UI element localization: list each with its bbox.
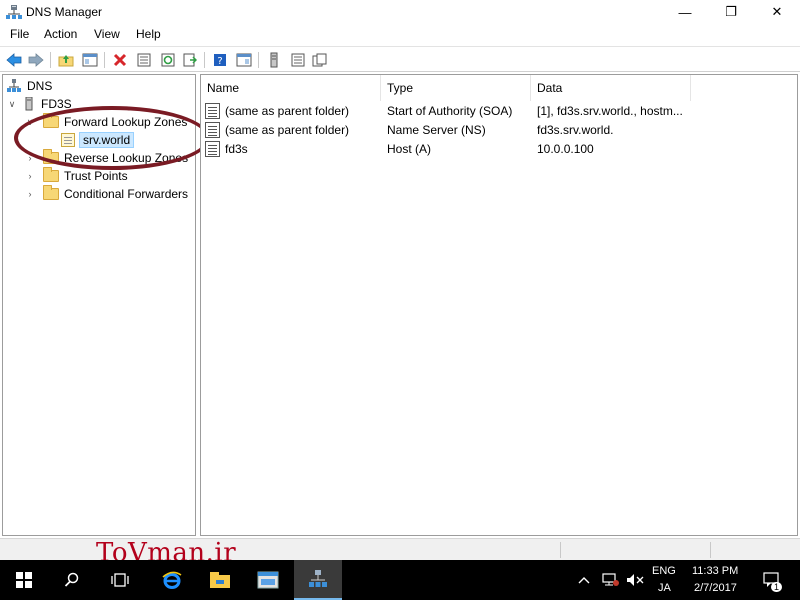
minimize-button[interactable]: — [662, 0, 708, 24]
menu-bar: File Action View Help [0, 24, 800, 44]
table-row[interactable]: fd3s Host (A) 10.0.0.100 [201, 140, 797, 159]
tree-label-conditional-forwarders: Conditional Forwarders [64, 187, 189, 201]
folder-icon [43, 149, 59, 164]
forward-arrow-icon[interactable] [26, 50, 46, 70]
notification-center-icon[interactable] [752, 560, 792, 600]
volume-muted-icon[interactable] [624, 560, 646, 600]
menu-action[interactable]: Action [42, 27, 79, 41]
tree-item-dns[interactable]: DNS [7, 77, 52, 95]
clock-date[interactable]: 2/7/2017 [694, 582, 737, 594]
tree-item-server[interactable]: FD3S [25, 95, 72, 113]
column-header-data-label: Data [537, 81, 563, 95]
list-view-icon[interactable] [288, 50, 308, 70]
input-method-indicator[interactable]: JA [658, 582, 671, 594]
console-tree[interactable]: DNS ∨ FD3S ∨ Forward Lookup Zones srv.wo… [2, 74, 196, 536]
chevron-right-icon[interactable]: › [25, 153, 35, 163]
tree-label-dns: DNS [27, 79, 53, 93]
tree-label-srv-world: srv.world [79, 132, 135, 148]
chevron-right-icon[interactable]: › [25, 189, 35, 199]
record-data: 10.0.0.100 [537, 142, 594, 156]
folder-icon [43, 167, 59, 182]
tree-item-trust-points[interactable]: Trust Points [43, 167, 128, 185]
internet-explorer-icon[interactable] [148, 560, 196, 600]
network-icon[interactable] [598, 560, 624, 600]
tree-item-forward-lookup-zones[interactable]: Forward Lookup Zones [43, 113, 187, 131]
toolbar-separator [104, 52, 105, 68]
taskbar: ENG JA 11:33 PM 2/7/2017 1 [0, 560, 800, 600]
record-name: (same as parent folder) [225, 123, 350, 137]
chevron-down-icon[interactable]: ∨ [25, 117, 35, 127]
tree-label-server: FD3S [41, 97, 72, 111]
help-icon[interactable]: ? [210, 50, 230, 70]
tree-item-srv-world[interactable]: srv.world [61, 131, 135, 149]
column-header-type-label: Type [387, 81, 414, 95]
record-type: Start of Authority (SOA) [387, 104, 513, 118]
record-list[interactable]: Name Type Data (same as parent folder) S… [200, 74, 798, 536]
column-header-name[interactable]: Name [201, 75, 381, 101]
title-bar: DNS Manager — ❐ ✕ [0, 0, 800, 24]
server-icon [25, 97, 33, 111]
folder-icon [43, 113, 59, 128]
tree-label-trust-points: Trust Points [64, 169, 128, 183]
maximize-button[interactable]: ❐ [708, 0, 754, 24]
file-explorer-icon[interactable] [196, 560, 244, 600]
tree-item-reverse-lookup-zones[interactable]: Reverse Lookup Zones [43, 149, 188, 167]
language-indicator[interactable]: ENG [652, 565, 676, 577]
tree-item-conditional-forwarders[interactable]: Conditional Forwarders [43, 185, 188, 203]
up-folder-icon[interactable] [56, 50, 76, 70]
toolbar-separator [258, 52, 259, 68]
menu-view[interactable]: View [92, 27, 122, 41]
close-button[interactable]: ✕ [754, 0, 800, 24]
record-name: fd3s [225, 142, 248, 156]
column-header-type[interactable]: Type [381, 75, 531, 101]
export-list-icon[interactable] [180, 50, 200, 70]
svg-text:?: ? [217, 56, 222, 67]
record-icon [205, 122, 220, 138]
refresh-icon[interactable] [158, 50, 178, 70]
window-title: DNS Manager [26, 5, 103, 19]
record-data: [1], fd3s.srv.world., hostm... [537, 104, 683, 118]
chevron-right-icon[interactable]: › [25, 171, 35, 181]
folder-icon [43, 185, 59, 200]
task-view-icon[interactable] [96, 560, 144, 600]
record-icon [205, 141, 220, 157]
delete-icon[interactable] [110, 50, 130, 70]
dns-manager-app-icon [6, 4, 22, 20]
toolbar-separator [204, 52, 205, 68]
record-name: (same as parent folder) [225, 104, 350, 118]
back-arrow-icon[interactable] [4, 50, 24, 70]
properties-icon[interactable] [134, 50, 154, 70]
status-divider [560, 542, 561, 558]
table-row[interactable]: (same as parent folder) Start of Authori… [201, 102, 797, 121]
status-divider [710, 542, 711, 558]
show-hide-tree-icon[interactable] [80, 50, 100, 70]
record-icon [205, 103, 220, 119]
clock-time[interactable]: 11:33 PM [692, 565, 738, 577]
record-type: Name Server (NS) [387, 123, 486, 137]
record-type: Host (A) [387, 142, 432, 156]
server-manager-icon[interactable] [244, 560, 292, 600]
start-button[interactable] [0, 560, 48, 600]
toolbar-separator [50, 52, 51, 68]
zone-icon [61, 133, 75, 147]
chevron-down-icon[interactable]: ∨ [7, 99, 17, 109]
column-header-data[interactable]: Data [531, 75, 691, 101]
column-header-name-label: Name [207, 81, 240, 95]
search-icon[interactable] [48, 560, 96, 600]
copy-icon[interactable] [310, 50, 330, 70]
tree-label-reverse-lookup-zones: Reverse Lookup Zones [64, 151, 189, 165]
dns-icon [7, 79, 21, 93]
tree-label-forward-lookup-zones: Forward Lookup Zones [64, 115, 188, 129]
server-icon[interactable] [264, 50, 284, 70]
notification-count-badge: 1 [771, 582, 783, 592]
chevron-up-icon[interactable] [572, 560, 596, 600]
toolbar: ? [0, 46, 800, 72]
menu-file[interactable]: File [8, 27, 31, 41]
menu-help[interactable]: Help [134, 27, 163, 41]
show-hide-action-pane-icon[interactable] [234, 50, 254, 70]
record-data: fd3s.srv.world. [537, 123, 614, 137]
dns-manager-taskbar-icon[interactable] [294, 560, 342, 600]
table-row[interactable]: (same as parent folder) Name Server (NS)… [201, 121, 797, 140]
